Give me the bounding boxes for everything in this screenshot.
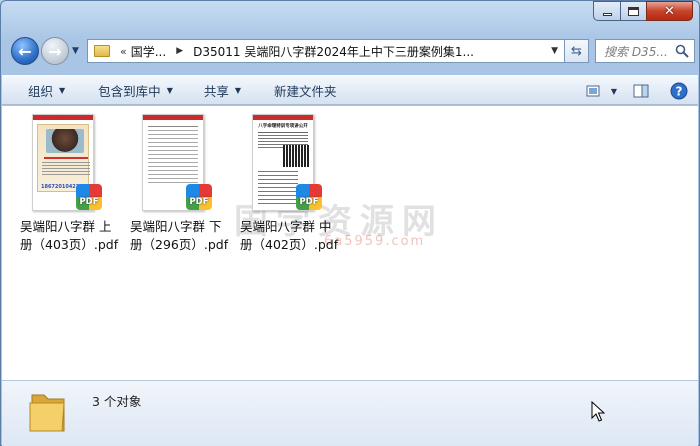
file-list-area[interactable]: 国学资源网 6a5959.com PDF 18672010423 PDF 吴端阳… xyxy=(2,106,698,380)
caption-buttons: ✕ xyxy=(593,1,693,21)
maximize-button[interactable] xyxy=(620,1,646,21)
change-view-button[interactable] xyxy=(582,76,606,106)
cover-page: 18672010423 xyxy=(37,124,90,192)
file-name-line1: 吴端阳八字群 中 xyxy=(240,219,332,234)
page-text-lines xyxy=(258,171,298,172)
new-folder-label: 新建文件夹 xyxy=(274,83,337,99)
minimize-icon xyxy=(602,13,612,16)
view-icon xyxy=(586,85,600,97)
preview-pane-button[interactable] xyxy=(622,76,660,106)
back-button[interactable]: ← xyxy=(11,37,39,65)
file-name-line2: 册（402页）.pdf xyxy=(240,237,339,252)
organize-label: 组织 xyxy=(28,83,54,99)
cover-phone: 18672010423 xyxy=(41,184,80,190)
explorer-window: ✕ ← → ▼ « 国学... ▶ D35011 吴端阳八字群2024年上中下三… xyxy=(0,0,700,446)
mouse-cursor-icon xyxy=(591,401,605,422)
help-button[interactable]: ? xyxy=(660,76,698,106)
pdf-file-icon: PDF xyxy=(76,184,102,210)
close-icon: ✕ xyxy=(664,3,675,19)
navigation-bar: ← → ▼ « 国学... ▶ D35011 吴端阳八字群2024年上中下三册案… xyxy=(9,37,695,65)
forward-button[interactable]: → xyxy=(41,37,69,65)
organize-menu[interactable]: 组织 ▼ xyxy=(2,75,78,105)
portrait-image xyxy=(46,129,84,153)
chevron-down-icon: ▼ xyxy=(166,85,173,95)
pdf-file-icon: PDF xyxy=(296,184,322,210)
thumbnail-title: 八字命理特训专项讲公开 xyxy=(258,124,308,129)
search-icon[interactable] xyxy=(675,44,689,58)
file-name-line2: 册（296页）.pdf xyxy=(130,237,229,252)
page-text-lines xyxy=(258,132,308,133)
chevron-down-icon: ▼ xyxy=(234,85,242,95)
refresh-icon: ⇆ xyxy=(571,43,582,59)
view-controls: ▼ ? xyxy=(582,76,698,106)
search-placeholder: 搜索 D35... xyxy=(604,44,668,59)
file-name-line2: 册（403页）.pdf xyxy=(20,237,119,252)
back-arrow-icon: ← xyxy=(18,41,32,61)
search-input[interactable]: 搜索 D35... xyxy=(595,39,695,63)
new-folder-button[interactable]: 新建文件夹 xyxy=(254,75,350,105)
svg-text:?: ? xyxy=(676,85,683,99)
pdf-badge-label: PDF xyxy=(299,197,319,207)
share-label: 共享 xyxy=(203,83,229,99)
folder-icon xyxy=(94,45,110,57)
folder-icon xyxy=(29,394,65,432)
overflow-chevron-icon[interactable]: « xyxy=(120,45,127,58)
address-dropdown-icon[interactable]: ▼ xyxy=(551,46,558,56)
chevron-down-icon: ▼ xyxy=(59,85,66,95)
minimize-button[interactable] xyxy=(593,1,620,21)
file-name[interactable]: 吴端阳八字群 下 册（296页）.pdf xyxy=(130,218,248,254)
item-count: 3 个对象 xyxy=(92,394,142,409)
include-in-library-menu[interactable]: 包含到库中 ▼ xyxy=(78,75,186,105)
thumbnail-header xyxy=(253,115,313,120)
forward-arrow-icon: → xyxy=(48,41,62,61)
command-toolbar: 组织 ▼ 包含到库中 ▼ 共享 ▼ 新建文件夹 ▼ ? xyxy=(2,75,698,105)
pdf-file-icon: PDF xyxy=(186,184,212,210)
share-menu[interactable]: 共享 ▼ xyxy=(186,75,254,105)
cover-text-lines xyxy=(42,162,90,163)
pdf-badge-label: PDF xyxy=(79,197,99,207)
refresh-button[interactable]: ⇆ xyxy=(565,39,589,63)
maximize-icon xyxy=(628,6,639,16)
page-text-lines xyxy=(148,126,198,127)
breadcrumb-segment[interactable]: 国学... xyxy=(131,43,166,60)
file-name[interactable]: 吴端阳八字群 中 册（402页）.pdf xyxy=(240,218,358,254)
breadcrumb-current[interactable]: D35011 吴端阳八字群2024年上中下三册案例集1... xyxy=(193,43,474,60)
help-icon: ? xyxy=(670,82,688,100)
thumbnail-header xyxy=(143,115,203,120)
preview-pane-icon xyxy=(633,84,649,98)
cover-line xyxy=(44,157,88,159)
include-library-label: 包含到库中 xyxy=(98,83,161,99)
address-bar[interactable]: « 国学... ▶ D35011 吴端阳八字群2024年上中下三册案例集1...… xyxy=(87,39,565,63)
qr-code-image xyxy=(283,145,309,167)
file-name-line1: 吴端阳八字群 下 xyxy=(130,219,222,234)
view-options-dropdown[interactable]: ▼ xyxy=(606,76,622,106)
details-pane: 3 个对象 xyxy=(2,380,698,446)
recent-pages-dropdown[interactable]: ▼ xyxy=(72,46,79,56)
thumbnail-header-text: PDF xyxy=(59,115,67,120)
pdf-badge-label: PDF xyxy=(189,197,209,207)
close-button[interactable]: ✕ xyxy=(646,1,693,21)
breadcrumb-arrow-icon[interactable]: ▶ xyxy=(176,46,183,56)
file-name[interactable]: 吴端阳八字群 上 册（403页）.pdf xyxy=(20,218,138,254)
file-name-line1: 吴端阳八字群 上 xyxy=(20,219,112,234)
